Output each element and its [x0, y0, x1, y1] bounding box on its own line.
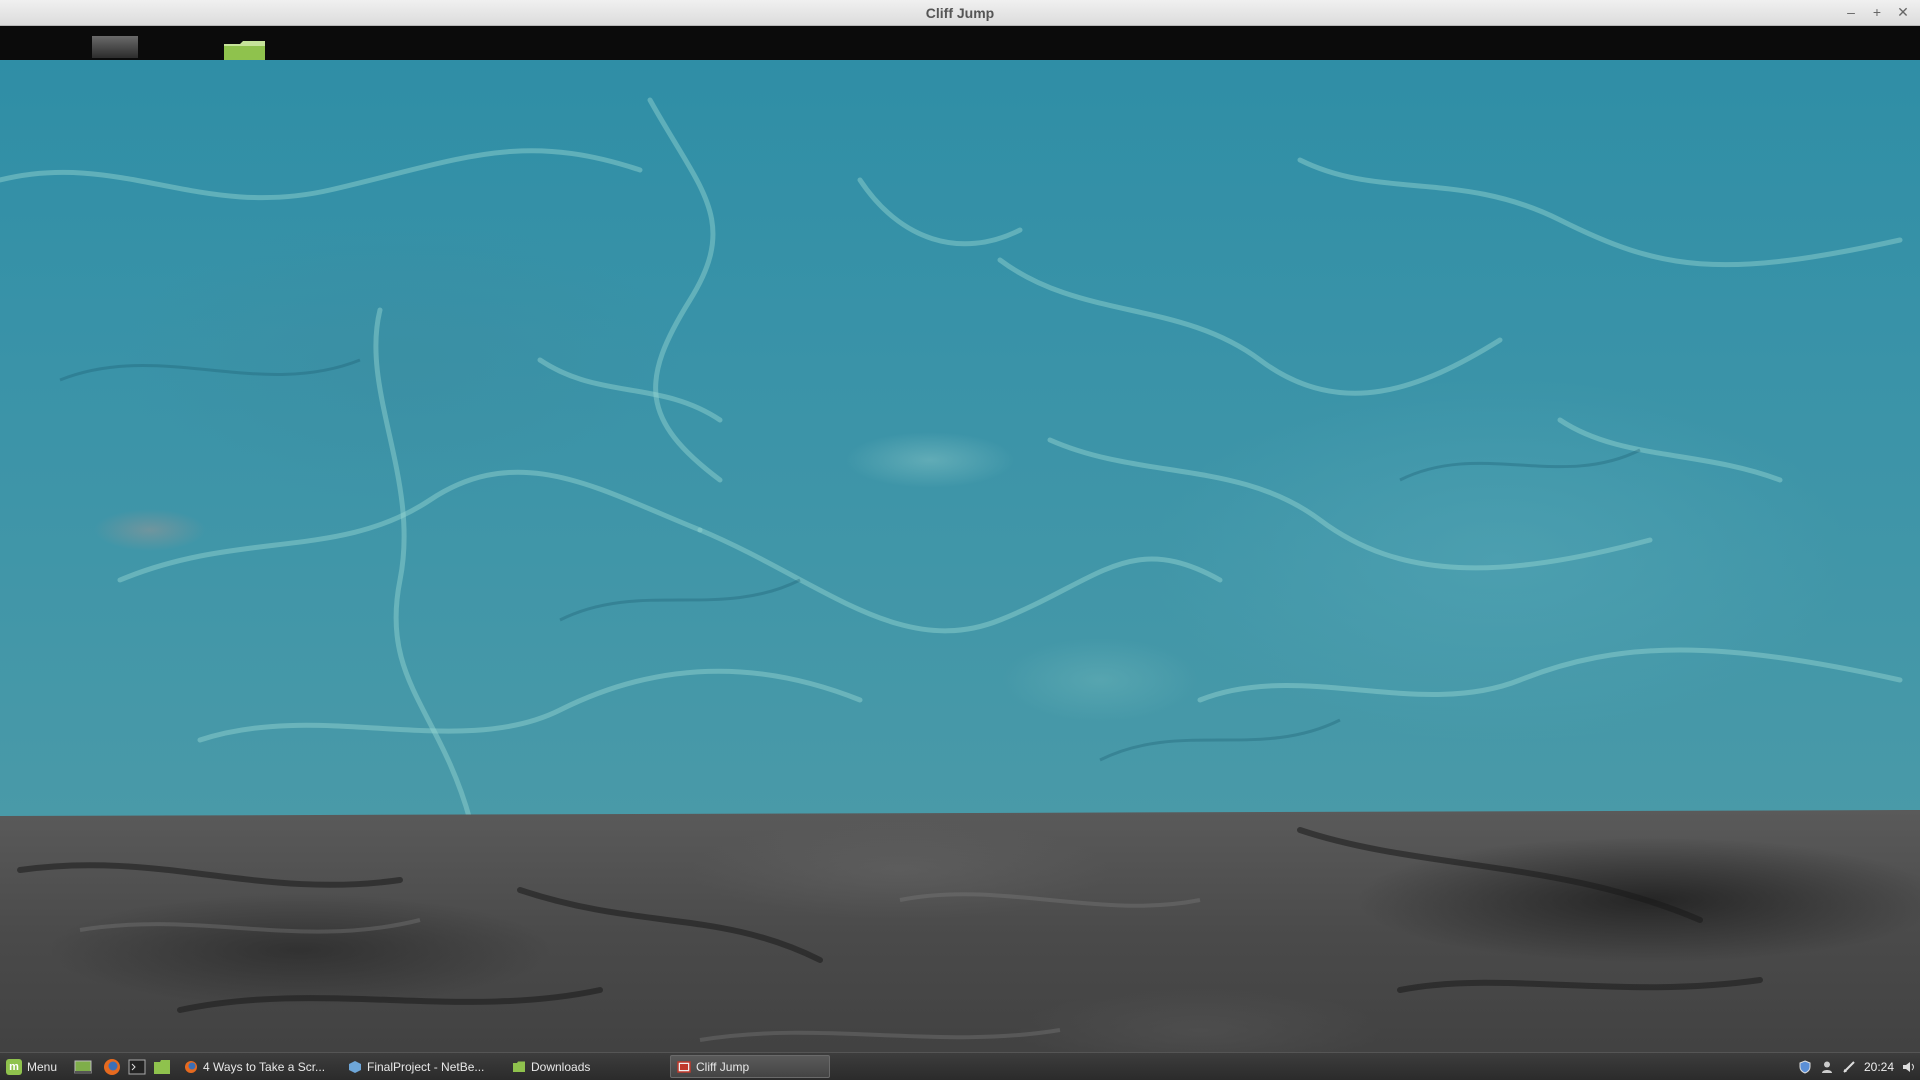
task-cliff-jump[interactable]: Cliff Jump — [670, 1055, 830, 1078]
task-downloads[interactable]: Downloads — [506, 1055, 666, 1078]
window-titlebar[interactable]: Cliff Jump – + ✕ — [0, 0, 1920, 26]
firefox-icon — [185, 1060, 197, 1073]
minimize-button[interactable]: – — [1842, 3, 1860, 21]
terminal-icon[interactable] — [128, 1058, 146, 1076]
task-label: FinalProject - NetBe... — [367, 1059, 485, 1074]
files-icon[interactable] — [153, 1058, 171, 1076]
folder-icon — [224, 41, 265, 60]
gray-block-icon — [92, 36, 138, 58]
system-tray: 20:24 — [1798, 1057, 1916, 1077]
window-title: Cliff Jump — [925, 5, 995, 21]
close-button[interactable]: ✕ — [1894, 3, 1912, 21]
menu-button[interactable]: m Menu — [2, 1055, 61, 1079]
task-netbeans[interactable]: FinalProject - NetBe... — [342, 1055, 504, 1078]
taskbar: m Menu 4 Ways to Take a Scr... FinalProj… — [0, 1052, 1920, 1080]
shield-icon[interactable] — [1798, 1060, 1812, 1074]
maximize-button[interactable]: + — [1868, 3, 1886, 21]
clock[interactable]: 20:24 — [1864, 1060, 1894, 1074]
java-app-icon — [677, 1060, 691, 1073]
netbeans-icon — [349, 1060, 361, 1073]
game-window: Cliff Jump – + ✕ — [0, 0, 1920, 1052]
menu-label: Menu — [27, 1060, 58, 1074]
firefox-icon[interactable] — [103, 1058, 121, 1076]
task-label: 4 Ways to Take a Scr... — [203, 1059, 326, 1074]
user-icon[interactable] — [1820, 1060, 1834, 1074]
volume-icon[interactable] — [1902, 1060, 1916, 1074]
network-icon[interactable] — [1842, 1060, 1856, 1074]
task-label: Cliff Jump — [696, 1059, 750, 1074]
water-surface — [0, 60, 1920, 840]
folder-icon — [513, 1061, 525, 1072]
mint-logo-icon: m — [6, 1059, 22, 1075]
rock-ledge — [0, 810, 1920, 1052]
game-hud-bar — [0, 26, 1920, 60]
game-canvas[interactable] — [0, 26, 1920, 1052]
window-controls: – + ✕ — [1842, 3, 1912, 21]
show-desktop-icon[interactable] — [74, 1058, 92, 1076]
task-firefox[interactable]: 4 Ways to Take a Scr... — [178, 1055, 338, 1078]
task-label: Downloads — [531, 1059, 591, 1074]
